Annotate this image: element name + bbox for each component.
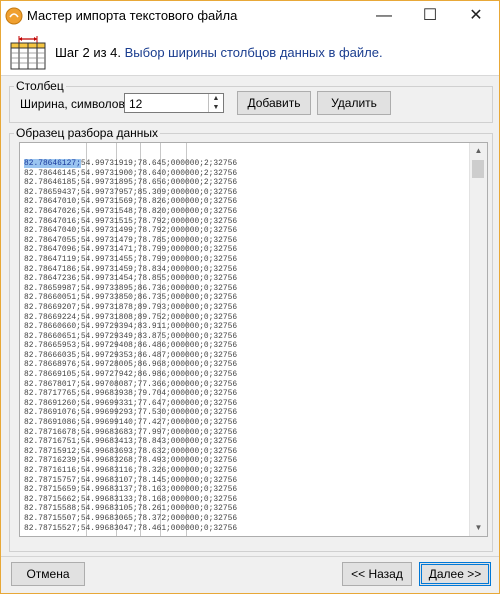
scroll-up-icon[interactable]: ▲ bbox=[470, 143, 487, 159]
add-button[interactable]: Добавить bbox=[237, 91, 311, 115]
back-button[interactable]: << Назад bbox=[342, 562, 412, 586]
table-row: 82.78715527;54.99683047;78.461;000000;0;… bbox=[24, 523, 238, 533]
column-ruler[interactable] bbox=[20, 143, 472, 159]
table-row: 82.78678017;54.99708087;77.366;000000;0;… bbox=[24, 379, 238, 389]
table-row: 82.78717765;54.99683938;79.704;000000;0;… bbox=[24, 389, 238, 399]
table-row: 82.78691076;54.99699293;77.530;000000;0;… bbox=[24, 408, 238, 418]
table-row: 82.78669105;54.99727942;86.986;000000;0;… bbox=[24, 370, 238, 380]
column-width-icon bbox=[10, 36, 46, 70]
window-title: Мастер импорта текстового файла bbox=[27, 8, 238, 23]
step-description: Выбор ширины столбцов данных в файле. bbox=[124, 45, 383, 60]
table-row: 82.78647096;54.99731471;78.799;000000;0;… bbox=[24, 245, 238, 255]
table-row: 82.78647186;54.99731459;78.834;000000;0;… bbox=[24, 264, 238, 274]
spinner-buttons: ▲ ▼ bbox=[208, 94, 223, 112]
table-row: 82.78668976;54.99728005;86.968;000000;0;… bbox=[24, 360, 238, 370]
table-row: 82.78660051;54.99733850;86.735;000000;0;… bbox=[24, 293, 238, 303]
table-row: 82.78666035;54.99729353;86.487;000000;0;… bbox=[24, 350, 238, 360]
app-icon bbox=[5, 7, 23, 25]
table-row: 82.78669224;54.99731808;89.752;000000;0;… bbox=[24, 312, 238, 322]
table-row: 82.78669207;54.99731878;89.793;000000;0;… bbox=[24, 302, 238, 312]
scroll-thumb[interactable] bbox=[472, 160, 484, 178]
maximize-icon[interactable]: ☐ bbox=[407, 1, 453, 31]
table-row: 82.78715507;54.99683065;78.372;000000;0;… bbox=[24, 513, 238, 523]
import-wizard-window: Мастер импорта текстового файла — ☐ ✕ Ша… bbox=[0, 0, 500, 594]
table-row: 82.78647026;54.99731548;78.820;000000;0;… bbox=[24, 206, 238, 216]
table-row: 82.78647010;54.99731569;78.826;000000;0;… bbox=[24, 197, 238, 207]
width-label: Ширина, символов: bbox=[20, 97, 129, 111]
table-row: 82.78647016;54.99731515;78.792;000000;0;… bbox=[24, 216, 238, 226]
table-row: 82.78646127;54.99731919;78.645;000000;2;… bbox=[24, 159, 238, 168]
data-preview[interactable]: 82.78646127;54.99731919;78.645;000000;2;… bbox=[19, 142, 488, 537]
data-rows: 82.78646127;54.99731919;78.645;000000;2;… bbox=[24, 159, 237, 533]
width-value[interactable]: 12 bbox=[129, 97, 142, 111]
step-number: Шаг 2 из 4. bbox=[55, 45, 122, 60]
table-row: 82.78647119;54.99731455;78.799;000000;0;… bbox=[24, 254, 238, 264]
step-caption: Шаг 2 из 4. Выбор ширины столбцов данных… bbox=[55, 45, 383, 60]
delete-button[interactable]: Удалить bbox=[317, 91, 391, 115]
title-bar: Мастер импорта текстового файла — ☐ ✕ bbox=[1, 1, 499, 31]
table-row: 82.78716239;54.99683268;78.493;000000;0;… bbox=[24, 456, 238, 466]
selected-column-cell[interactable]: 82.78646127; bbox=[24, 159, 81, 168]
footer-divider bbox=[1, 556, 499, 557]
table-row: 82.78647040;54.99731499;78.792;000000;0;… bbox=[24, 226, 238, 236]
table-row: 82.78659437;54.99737957;85.309;000000;0;… bbox=[24, 187, 238, 197]
width-spinner[interactable]: 12 ▲ ▼ bbox=[124, 93, 224, 113]
table-row: 82.78691260;54.99699331;77.647;000000;0;… bbox=[24, 398, 238, 408]
table-row: 82.78715912;54.99683693;78.632;000000;0;… bbox=[24, 446, 238, 456]
minimize-icon[interactable]: — bbox=[361, 1, 407, 31]
sample-group-legend: Образец разбора данных bbox=[16, 126, 159, 140]
table-row: 82.78647055;54.99731479;78.785;000000;0;… bbox=[24, 235, 238, 245]
vertical-scrollbar[interactable]: ▲ ▼ bbox=[469, 143, 487, 536]
cancel-button[interactable]: Отмена bbox=[11, 562, 85, 586]
table-row: 82.78715588;54.99683105;78.261;000000;0;… bbox=[24, 504, 238, 514]
table-row: 82.78665953;54.99729408;86.486;000000;0;… bbox=[24, 341, 238, 351]
spin-down-icon[interactable]: ▼ bbox=[209, 103, 223, 112]
table-row: 82.78715659;54.99683137;78.163;000000;0;… bbox=[24, 485, 238, 495]
table-row: 82.78716751;54.99683413;78.843;000000;0;… bbox=[24, 437, 238, 447]
close-icon[interactable]: ✕ bbox=[453, 1, 499, 31]
table-row: 82.78716678;54.99683683;77.997;000000;0;… bbox=[24, 427, 238, 437]
table-row: 82.78691086;54.99699140;77.427;000000;0;… bbox=[24, 418, 238, 428]
table-row: 82.78716116;54.99683116;78.326;000000;0;… bbox=[24, 466, 238, 475]
scroll-down-icon[interactable]: ▼ bbox=[470, 520, 487, 536]
next-button[interactable]: Далее >> bbox=[419, 562, 491, 586]
data-rows-area: 82.78646127;54.99731919;78.645;000000;2;… bbox=[20, 159, 472, 536]
table-row: 82.78647236;54.99731454;78.855;000000;0;… bbox=[24, 274, 238, 284]
table-row: 82.78646145;54.99731900;78.640;000000;2;… bbox=[24, 168, 238, 178]
table-row: 82.78660660;54.99729394;83.911;000000;0;… bbox=[24, 322, 238, 332]
spin-up-icon[interactable]: ▲ bbox=[209, 94, 223, 103]
table-row: 82.78659987;54.99733895;86.736;000000;0;… bbox=[24, 283, 238, 293]
table-row: 82.78715662;54.99683133;78.168;000000;0;… bbox=[24, 494, 238, 504]
column-group-legend: Столбец bbox=[16, 79, 64, 93]
table-row: 82.78646185;54.99731895;78.656;000000;2;… bbox=[24, 178, 238, 188]
table-row: 82.78660651;54.99729349;83.875;000000;0;… bbox=[24, 331, 238, 341]
wizard-header: Шаг 2 из 4. Выбор ширины столбцов данных… bbox=[1, 31, 499, 76]
table-row: 82.78715757;54.99683107;78.145;000000;0;… bbox=[24, 475, 238, 485]
